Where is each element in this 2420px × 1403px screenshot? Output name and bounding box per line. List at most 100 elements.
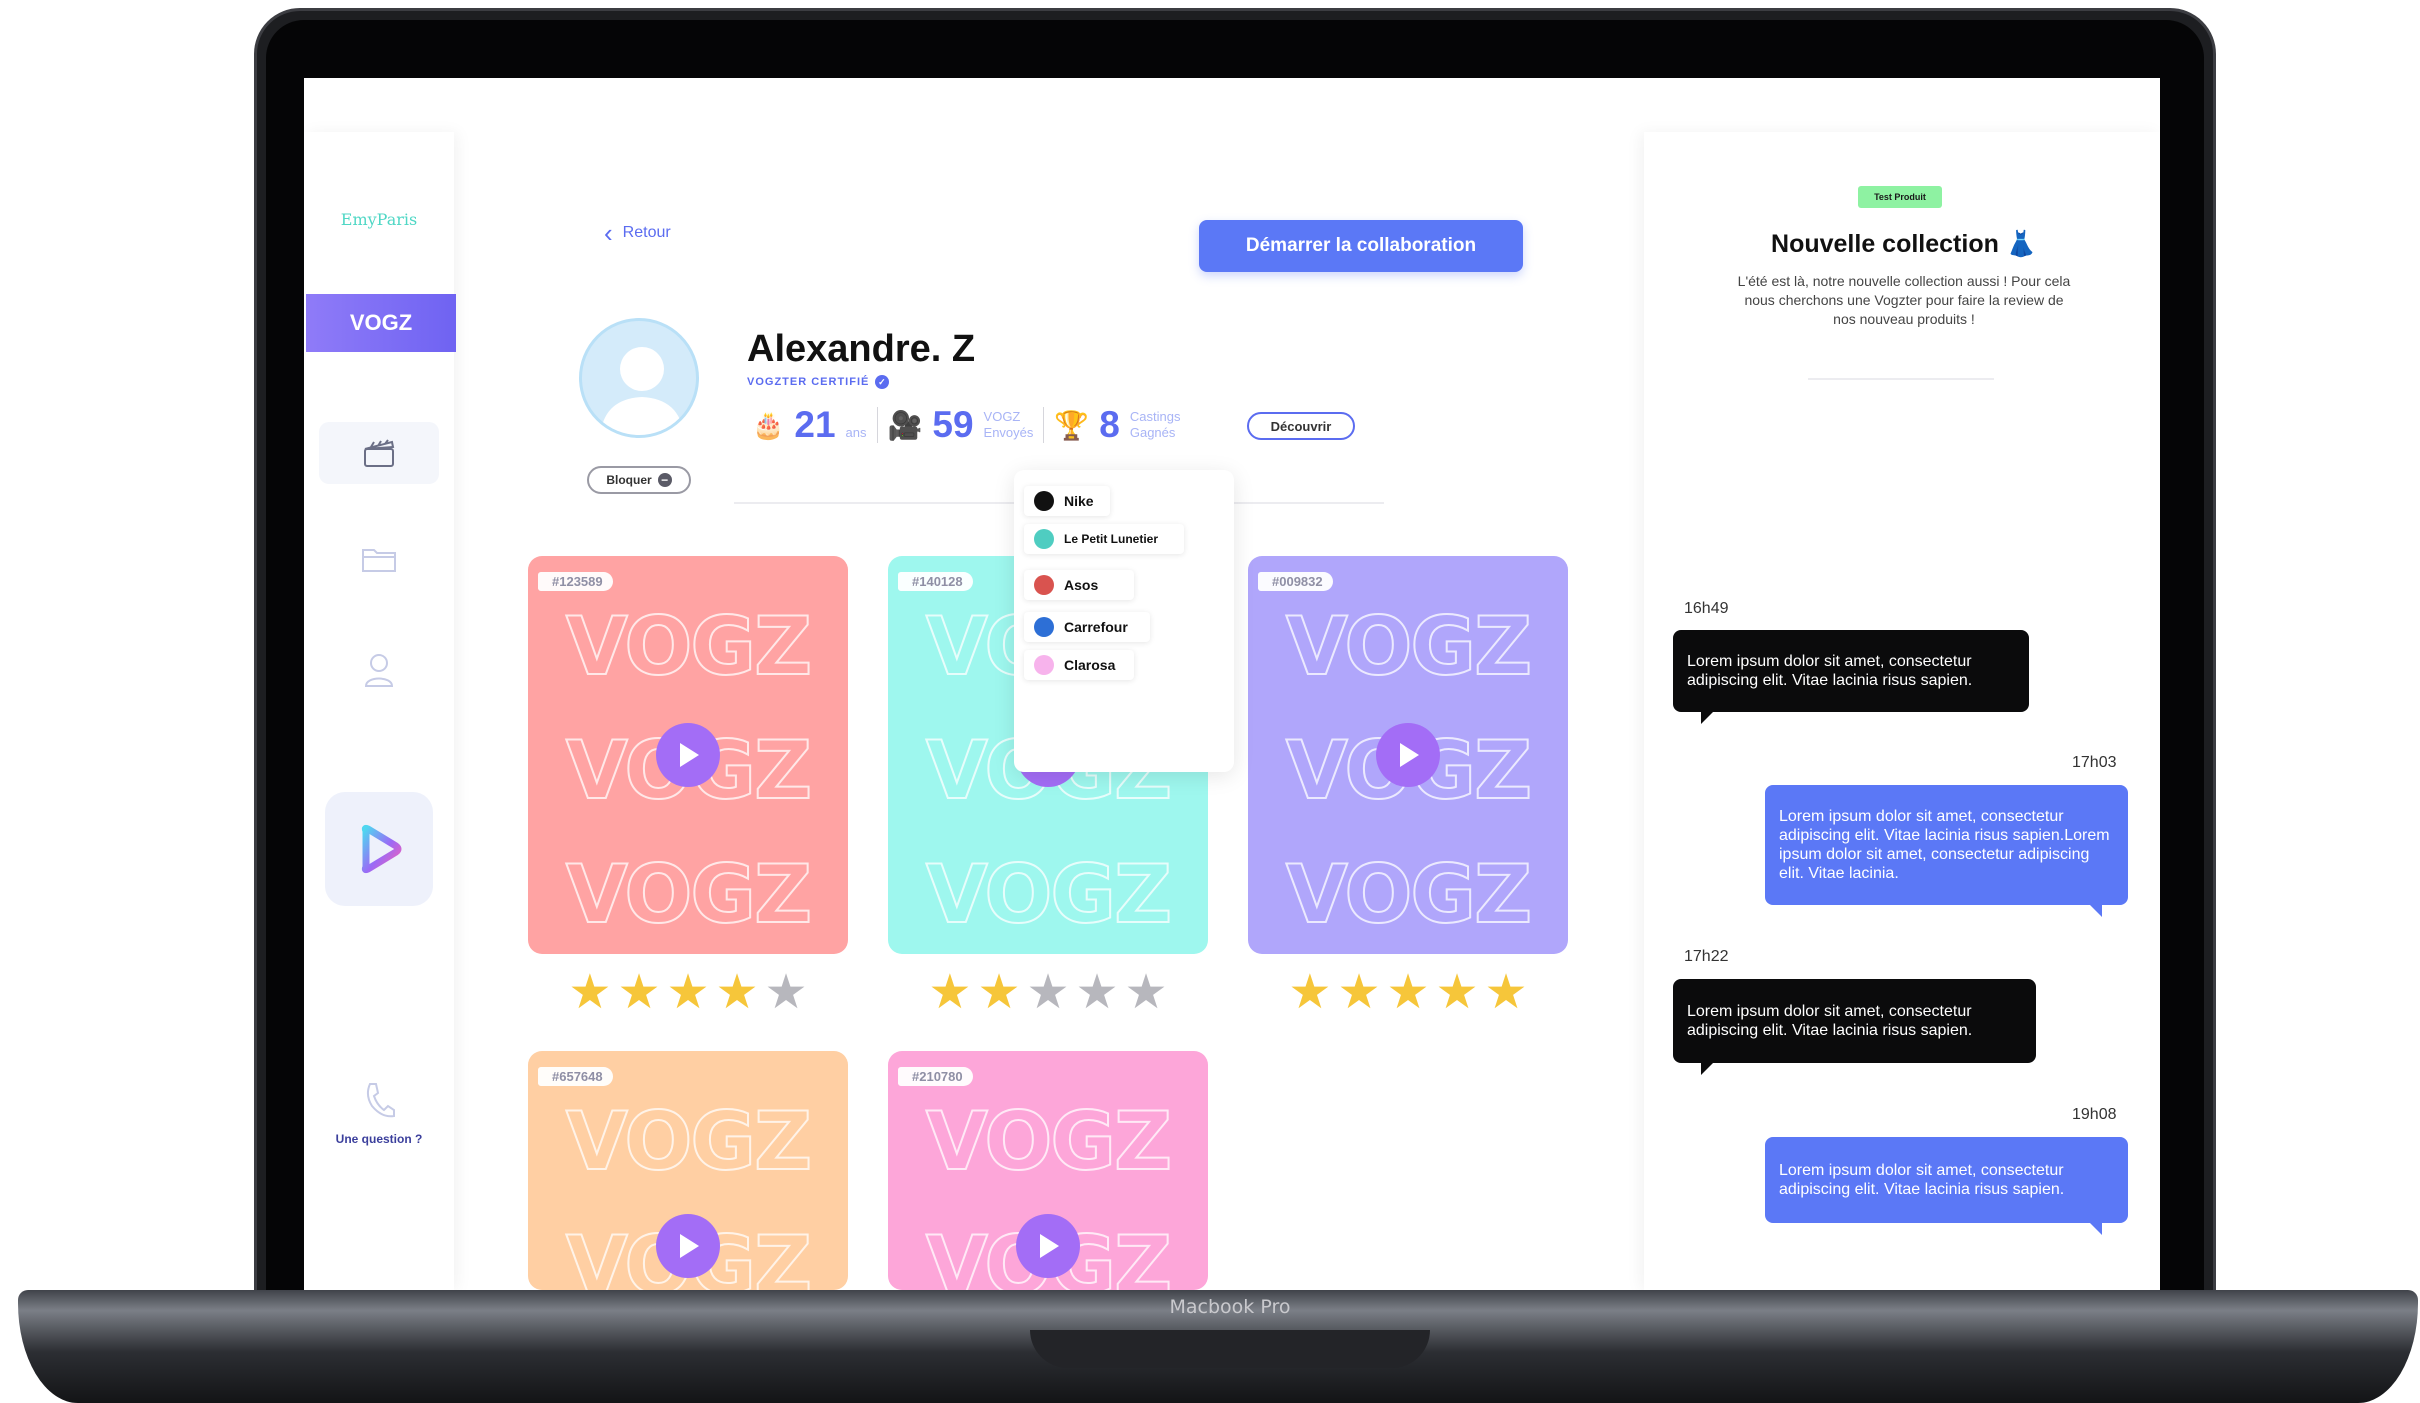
star-filled-icon[interactable]: ★ <box>716 964 759 1020</box>
message-sent: Lorem ipsum dolor sit amet, consectetur … <box>1765 1137 2128 1223</box>
watermark-text: VOGZ <box>925 847 1173 942</box>
star-filled-icon[interactable]: ★ <box>1436 964 1479 1020</box>
folder-icon <box>362 549 396 572</box>
dress-icon: 👗 <box>2005 230 2037 258</box>
star-filled-icon[interactable]: ★ <box>617 964 660 1020</box>
video-card[interactable]: VOGZVOGZVOGZ#009832 <box>1248 556 1568 954</box>
brand-option[interactable]: Clarosa <box>1024 650 1134 680</box>
brand-option[interactable]: Nike <box>1024 486 1110 516</box>
cake-icon: 🎂 <box>752 409 785 440</box>
nav-item-videos[interactable] <box>304 792 454 906</box>
watermark-text: VOGZ <box>1285 599 1533 694</box>
message-sent: Lorem ipsum dolor sit amet, consectetur … <box>1765 785 2128 905</box>
laptop-mockup: Macbook Pro EmyParis VOGZ Une question ?… <box>0 0 2420 1403</box>
play-button[interactable] <box>1016 1214 1080 1278</box>
verified-badge-icon: ✓ <box>875 375 890 389</box>
phone-icon <box>366 1083 395 1118</box>
laptop-notch <box>1030 1330 1430 1368</box>
play-button[interactable] <box>656 1214 720 1278</box>
brand-option[interactable]: Le Petit Lunetier <box>1024 524 1184 554</box>
brand-option[interactable]: Carrefour <box>1024 612 1150 642</box>
user-icon <box>364 654 394 687</box>
play-button[interactable] <box>1376 723 1440 787</box>
brand-logo-icon <box>1034 529 1054 549</box>
message-received: Lorem ipsum dolor sit amet, consectetur … <box>1673 979 2036 1063</box>
bubble-tail <box>1701 1063 1713 1075</box>
star-filled-icon[interactable]: ★ <box>666 964 709 1020</box>
stats-separator <box>1043 407 1045 443</box>
chevron-left-icon: ‹ <box>604 218 613 248</box>
star-filled-icon[interactable]: ★ <box>928 964 971 1020</box>
help-label[interactable]: Une question ? <box>304 1132 454 1146</box>
play-button[interactable] <box>656 723 720 787</box>
brand-option-label: Nike <box>1064 493 1094 509</box>
brand-logo-icon <box>1034 617 1054 637</box>
message-received: Lorem ipsum dolor sit amet, consectetur … <box>1673 630 2029 712</box>
star-filled-icon[interactable]: ★ <box>977 964 1020 1020</box>
video-card[interactable]: VOGZVOGZ#657648 <box>528 1051 848 1290</box>
discover-button[interactable]: Découvrir <box>1247 412 1355 440</box>
device-label: Macbook Pro <box>1169 1296 1291 1318</box>
star-filled-icon[interactable]: ★ <box>1386 964 1429 1020</box>
phone-help[interactable] <box>304 1080 454 1120</box>
brand-option-label: Carrefour <box>1064 619 1128 635</box>
watermark-text: VOGZ <box>925 1094 1173 1189</box>
avatar <box>579 318 699 438</box>
nav-item-castings[interactable] <box>304 422 454 484</box>
collection-title-text: Nouvelle collection <box>1771 230 1999 258</box>
brand-logo-icon <box>1034 491 1054 511</box>
star-empty-icon[interactable]: ★ <box>1026 964 1069 1020</box>
brand-option-label: Asos <box>1064 577 1099 593</box>
video-id-tag: #009832 <box>1258 572 1333 591</box>
panel-divider <box>1808 378 1994 380</box>
back-link[interactable]: ‹ Retour <box>604 218 671 248</box>
nav-item-profile[interactable] <box>304 652 454 688</box>
star-filled-icon[interactable]: ★ <box>1485 964 1528 1020</box>
vogz-button[interactable]: VOGZ <box>306 294 456 352</box>
star-empty-icon[interactable]: ★ <box>1125 964 1168 1020</box>
vogz-sent-unit: VOGZ Envoyés <box>984 409 1034 441</box>
vogz-unit-line2: Envoyés <box>983 425 1034 440</box>
video-id-tag: #657648 <box>538 1067 613 1086</box>
brand-option-label: Clarosa <box>1064 657 1116 673</box>
age-value: 21 <box>794 404 836 445</box>
rating-stars[interactable]: ★ ★ ★ ★ ★ <box>1248 964 1568 1020</box>
age-unit: ans <box>845 425 867 440</box>
brands-dropdown: Nike Le Petit Lunetier Asos Carrefour Claros… <box>1014 470 1234 772</box>
rating-stars[interactable]: ★ ★ ★ ★ ★ <box>528 964 848 1020</box>
app-screen: EmyParis VOGZ Une question ? ‹ Retour Dé… <box>304 78 2160 1290</box>
minus-circle-icon: − <box>657 473 672 487</box>
watermark-text: VOGZ <box>565 1094 813 1189</box>
star-filled-icon[interactable]: ★ <box>568 964 611 1020</box>
play-triangle-icon <box>680 743 699 767</box>
video-card[interactable]: VOGZVOGZ#210780 <box>888 1051 1208 1290</box>
nav-item-folders[interactable] <box>304 544 454 574</box>
watermark-text: VOGZ <box>1285 847 1533 942</box>
brand-logo-icon <box>1034 575 1054 595</box>
play-triangle-icon <box>680 1234 699 1258</box>
play-triangle-icon <box>1400 743 1419 767</box>
star-filled-icon[interactable]: ★ <box>1337 964 1380 1020</box>
castings-unit-line1: Castings <box>1129 409 1181 424</box>
star-empty-icon[interactable]: ★ <box>765 964 808 1020</box>
sidebar: EmyParis VOGZ Une question ? <box>304 132 456 1290</box>
star-filled-icon[interactable]: ★ <box>1288 964 1331 1020</box>
vogz-unit-line1: VOGZ <box>983 409 1021 424</box>
brand-option[interactable]: Asos <box>1024 570 1134 600</box>
block-button[interactable]: Bloquer − <box>587 466 691 494</box>
bubble-tail <box>2090 1223 2102 1235</box>
castings-won-unit: Castings Gagnés <box>1130 409 1181 441</box>
star-empty-icon[interactable]: ★ <box>1076 964 1119 1020</box>
message-timestamp: 17h03 <box>2072 754 2117 771</box>
certified-label: VOGZTER CERTIFIÉ ✓ <box>747 375 890 389</box>
start-collaboration-button[interactable]: Démarrer la collaboration <box>1199 220 1523 272</box>
bubble-tail <box>1701 712 1713 724</box>
watermark-text: VOGZ <box>565 847 813 942</box>
collection-title: Nouvelle collection 👗 <box>1744 230 2064 259</box>
watermark-text: VOGZ <box>565 599 813 694</box>
message-timestamp: 17h22 <box>1684 948 1729 965</box>
profile-name: Alexandre. Z <box>747 328 976 370</box>
rating-stars[interactable]: ★ ★ ★ ★ ★ <box>888 964 1208 1020</box>
video-card[interactable]: VOGZVOGZVOGZ#123589 <box>528 556 848 954</box>
brand-logo-icon <box>1034 655 1054 675</box>
